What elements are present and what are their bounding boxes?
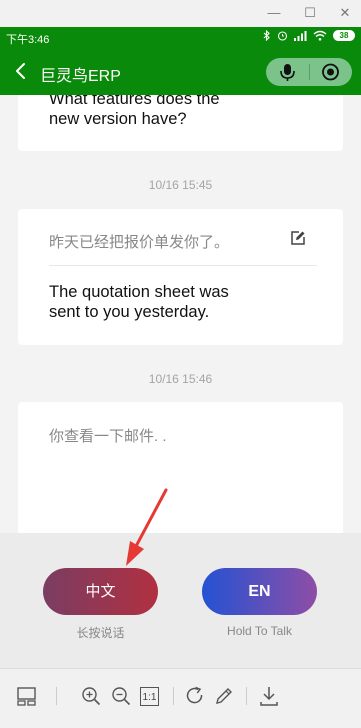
voice-button[interactable]	[266, 58, 309, 86]
target-circle-icon	[322, 63, 339, 81]
message-timestamp: 10/16 15:45	[148, 178, 213, 192]
viewer-toolbar: 1:1	[0, 668, 361, 728]
bluetooth-icon	[263, 30, 270, 41]
screen: — ☐ ✕ 下午3:46 38 巨灵鸟ERP What features doe…	[0, 0, 361, 728]
page-title: 巨灵鸟ERP	[40, 68, 121, 85]
message-english-text: What features does the new version have?	[49, 95, 220, 129]
back-arrow-icon[interactable]	[12, 61, 30, 81]
message-english-text: The quotation sheet was sent to you yest…	[49, 282, 229, 322]
miniprogram-capsule	[266, 58, 352, 86]
message-divider	[49, 265, 317, 266]
message-card[interactable]: 你查看一下邮件. .	[18, 402, 343, 533]
panel-icon[interactable]	[16, 685, 38, 707]
toolbar-divider	[56, 687, 57, 705]
message-chinese-text: 昨天已经把报价单发你了。	[49, 234, 230, 251]
alarm-icon	[277, 31, 288, 41]
zoom-in-icon[interactable]	[80, 685, 102, 707]
rotate-icon[interactable]	[184, 685, 206, 707]
pen-icon[interactable]	[213, 685, 235, 707]
message-card[interactable]: 昨天已经把报价单发你了。 The quotation sheet was sen…	[18, 209, 343, 345]
chat-area[interactable]: What features does the new version have?…	[0, 95, 361, 533]
chinese-talk-hint: 长按说话	[76, 626, 125, 640]
actual-size-icon[interactable]: 1:1	[140, 687, 159, 706]
battery-icon: 38	[333, 30, 355, 41]
status-time: 下午3:46	[6, 34, 50, 46]
microphone-icon	[280, 64, 295, 81]
hold-to-talk-english-button[interactable]: EN	[202, 568, 317, 615]
message-line: The quotation sheet was	[49, 283, 229, 301]
message-timestamp: 10/16 15:46	[148, 372, 213, 386]
window-title-bar: — ☐ ✕	[0, 0, 361, 27]
status-icons: 38	[263, 30, 355, 41]
message-chinese-text: 你查看一下邮件. .	[49, 428, 167, 445]
minimize-button[interactable]: —	[264, 4, 284, 22]
wifi-icon	[313, 30, 327, 41]
app-header: 巨灵鸟ERP	[0, 48, 361, 95]
toolbar-divider	[246, 687, 247, 705]
message-line: new version have?	[49, 110, 187, 128]
english-talk-hint: Hold To Talk	[227, 624, 292, 638]
edit-icon[interactable]	[290, 230, 306, 246]
toolbar-divider	[173, 687, 174, 705]
talk-panel: 中文 长按说话 EN Hold To Talk	[0, 533, 361, 668]
message-line: sent to you yesterday.	[49, 303, 210, 321]
message-card[interactable]: What features does the new version have?	[18, 95, 343, 151]
status-bar: 下午3:46 38	[0, 27, 361, 48]
cellular-signal-icon	[294, 31, 307, 41]
close-window-button[interactable]: ✕	[335, 4, 355, 22]
hold-to-talk-chinese-button[interactable]: 中文	[43, 568, 158, 615]
maximize-button[interactable]: ☐	[300, 4, 320, 22]
zoom-out-icon[interactable]	[110, 685, 132, 707]
download-icon[interactable]	[258, 685, 280, 707]
close-miniprogram-button[interactable]	[309, 58, 352, 86]
message-line: What features does the	[49, 95, 220, 108]
